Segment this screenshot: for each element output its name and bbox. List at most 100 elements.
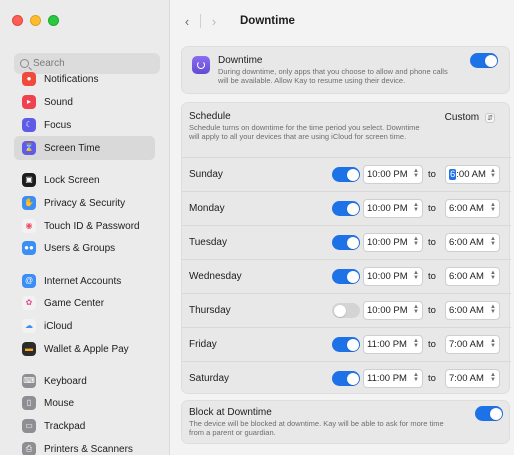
schedule-row-sunday: Sunday 10:00 PM ▲ ▼ to 6:00 AM ▲ ▼ — [182, 157, 511, 191]
downtime-icon — [192, 56, 210, 74]
window-controls — [12, 15, 59, 26]
schedule-row-saturday: Saturday 11:00 PM ▲ ▼ to 7:00 AM ▲ ▼ — [182, 361, 511, 395]
start-time-field[interactable]: 10:00 PM ▲ ▼ — [363, 165, 423, 184]
nav-divider — [200, 14, 201, 28]
start-time-field[interactable]: 11:00 PM ▲ ▼ — [363, 335, 423, 354]
page-title: Downtime — [240, 15, 295, 27]
sidebar-item-notifications[interactable]: ● Notifications — [18, 69, 158, 89]
stepper-icon[interactable]: ▲ ▼ — [490, 304, 496, 315]
zoom-button[interactable] — [48, 15, 59, 26]
end-time-value: 6:00 AM — [449, 203, 484, 214]
start-time-field[interactable]: 11:00 PM ▲ ▼ — [363, 369, 423, 388]
end-time-value: 7:00 AM — [449, 339, 484, 350]
sidebar-item-internet-accounts[interactable]: @ Internet Accounts — [18, 271, 158, 291]
day-toggle[interactable] — [332, 371, 360, 386]
block-at-downtime-card: Block at Downtime The device will be blo… — [181, 400, 510, 444]
sidebar-item-users-groups[interactable]: ●● Users & Groups — [18, 238, 158, 258]
printer-icon: ⎙ — [22, 442, 36, 455]
to-label: to — [428, 271, 436, 282]
end-time-field[interactable]: 6:00 AM ▲▼ — [445, 267, 500, 286]
block-description: The device will be blocked at downtime. … — [189, 419, 444, 437]
stepper-icon[interactable]: ▲ ▼ — [490, 236, 496, 247]
end-time-field[interactable]: 6:00 AM ▲▼ — [445, 233, 500, 252]
end-time-field[interactable]: 7:00 AM ▲ ▼ — [445, 369, 500, 388]
stepper-icon[interactable]: ▲ ▼ — [490, 372, 496, 383]
sidebar-item-touch-id[interactable]: ◉ Touch ID & Password — [18, 216, 158, 236]
sidebar-item-label: Screen Time — [44, 142, 101, 154]
sidebar-item-privacy-security[interactable]: ✋ Privacy & Security — [18, 193, 158, 213]
day-label: Monday — [189, 203, 225, 214]
downtime-toggle[interactable] — [470, 53, 498, 68]
stepper-icon[interactable]: ▲ ▼ — [413, 270, 419, 281]
trackpad-icon: ▭ — [22, 419, 36, 433]
day-toggle[interactable] — [332, 167, 360, 182]
stepper-icon[interactable]: ▲ ▼ — [413, 202, 419, 213]
stepper-icon[interactable]: ▲ ▼ — [413, 372, 419, 383]
schedule-card: Schedule Schedule turns on downtime for … — [181, 102, 511, 395]
to-label: to — [428, 237, 436, 248]
sidebar-item-keyboard[interactable]: ⌨ Keyboard — [18, 371, 158, 391]
stepper-icon[interactable]: ▲ ▼ — [490, 202, 496, 213]
to-label: to — [428, 305, 436, 316]
schedule-row-monday: Monday 10:00 PM ▲ ▼ to 6:00 AM ▲ ▼ — [182, 191, 511, 225]
mouse-icon: ▯ — [22, 396, 36, 410]
stepper-icon[interactable]: ▲ ▼ — [413, 168, 419, 179]
sidebar-item-sound[interactable]: ▸ Sound — [18, 92, 158, 112]
sidebar-item-label: Sound — [44, 96, 73, 108]
sidebar-item-screen-time[interactable]: ⌛ Screen Time — [14, 136, 155, 160]
downtime-title: Downtime — [218, 55, 263, 66]
schedule-mode-select[interactable]: Custom ⇵ — [445, 112, 495, 123]
start-time-field[interactable]: 10:00 PM ▲ ▼ — [363, 301, 423, 320]
start-time-field[interactable]: 10:00 PM ▲ ▼ — [363, 233, 423, 252]
sidebar-item-wallet[interactable]: ▬ Wallet & Apple Pay — [18, 339, 158, 359]
block-title: Block at Downtime — [189, 407, 272, 418]
keyboard-icon: ⌨ — [22, 374, 36, 388]
lock-screen-icon: ▣ — [22, 173, 36, 187]
fingerprint-icon: ◉ — [22, 219, 36, 233]
stepper-icon[interactable]: ▲ ▼ — [413, 236, 419, 247]
day-toggle[interactable] — [332, 201, 360, 216]
forward-button[interactable]: › — [204, 11, 224, 31]
back-button[interactable]: ‹ — [177, 11, 197, 31]
end-time-field[interactable]: 6:00 AM ▲▼ — [445, 165, 500, 184]
end-time-field[interactable]: 7:00 AM ▲ ▼ — [445, 335, 500, 354]
start-time-value: 10:00 PM — [367, 237, 408, 248]
day-toggle[interactable] — [332, 337, 360, 352]
start-time-value: 11:00 PM — [367, 339, 407, 350]
day-label: Sunday — [189, 169, 223, 180]
day-toggle[interactable] — [332, 303, 360, 318]
sidebar-item-focus[interactable]: ☾ Focus — [18, 115, 158, 135]
end-time-field[interactable]: 6:00 AM ▲▼ — [445, 199, 500, 218]
sidebar-item-game-center[interactable]: ✿ Game Center — [18, 293, 158, 313]
sidebar-item-trackpad[interactable]: ▭ Trackpad — [18, 416, 158, 436]
sidebar-item-label: Mouse — [44, 397, 75, 409]
sidebar-item-mouse[interactable]: ▯ Mouse — [18, 393, 158, 413]
stepper-icon[interactable]: ▲ ▼ — [413, 338, 419, 349]
sidebar-item-lock-screen[interactable]: ▣ Lock Screen — [18, 170, 158, 190]
to-label: to — [428, 203, 436, 214]
start-time-field[interactable]: 10:00 PM ▲ ▼ — [363, 267, 423, 286]
minimize-button[interactable] — [30, 15, 41, 26]
day-toggle[interactable] — [332, 269, 360, 284]
schedule-row-friday: Friday 11:00 PM ▲ ▼ to 7:00 AM ▲ ▼ — [182, 327, 511, 361]
at-icon: @ — [22, 274, 36, 288]
wallet-icon: ▬ — [22, 342, 36, 356]
sidebar-item-label: Wallet & Apple Pay — [44, 343, 129, 355]
stepper-icon[interactable]: ▲ ▼ — [490, 168, 496, 179]
downtime-card: Downtime During downtime, only apps that… — [181, 46, 510, 94]
close-button[interactable] — [12, 15, 23, 26]
schedule-description: Schedule turns on downtime for the time … — [189, 123, 420, 141]
block-toggle[interactable] — [475, 406, 503, 421]
stepper-icon[interactable]: ▲ ▼ — [490, 338, 496, 349]
end-time-value: 6:00 AM — [449, 271, 484, 282]
hourglass-icon: ⌛ — [22, 141, 36, 155]
sidebar-item-label: Notifications — [44, 73, 99, 85]
start-time-field[interactable]: 10:00 PM ▲ ▼ — [363, 199, 423, 218]
stepper-icon[interactable]: ▲ ▼ — [490, 270, 496, 281]
end-time-field[interactable]: 6:00 AM ▲▼ — [445, 301, 500, 320]
day-toggle[interactable] — [332, 235, 360, 250]
sidebar-item-icloud[interactable]: ☁ iCloud — [18, 316, 158, 336]
stepper-icon[interactable]: ▲ ▼ — [413, 304, 419, 315]
sidebar-item-label: Keyboard — [44, 375, 87, 387]
sidebar-item-printers-scanners[interactable]: ⎙ Printers & Scanners — [18, 439, 158, 455]
